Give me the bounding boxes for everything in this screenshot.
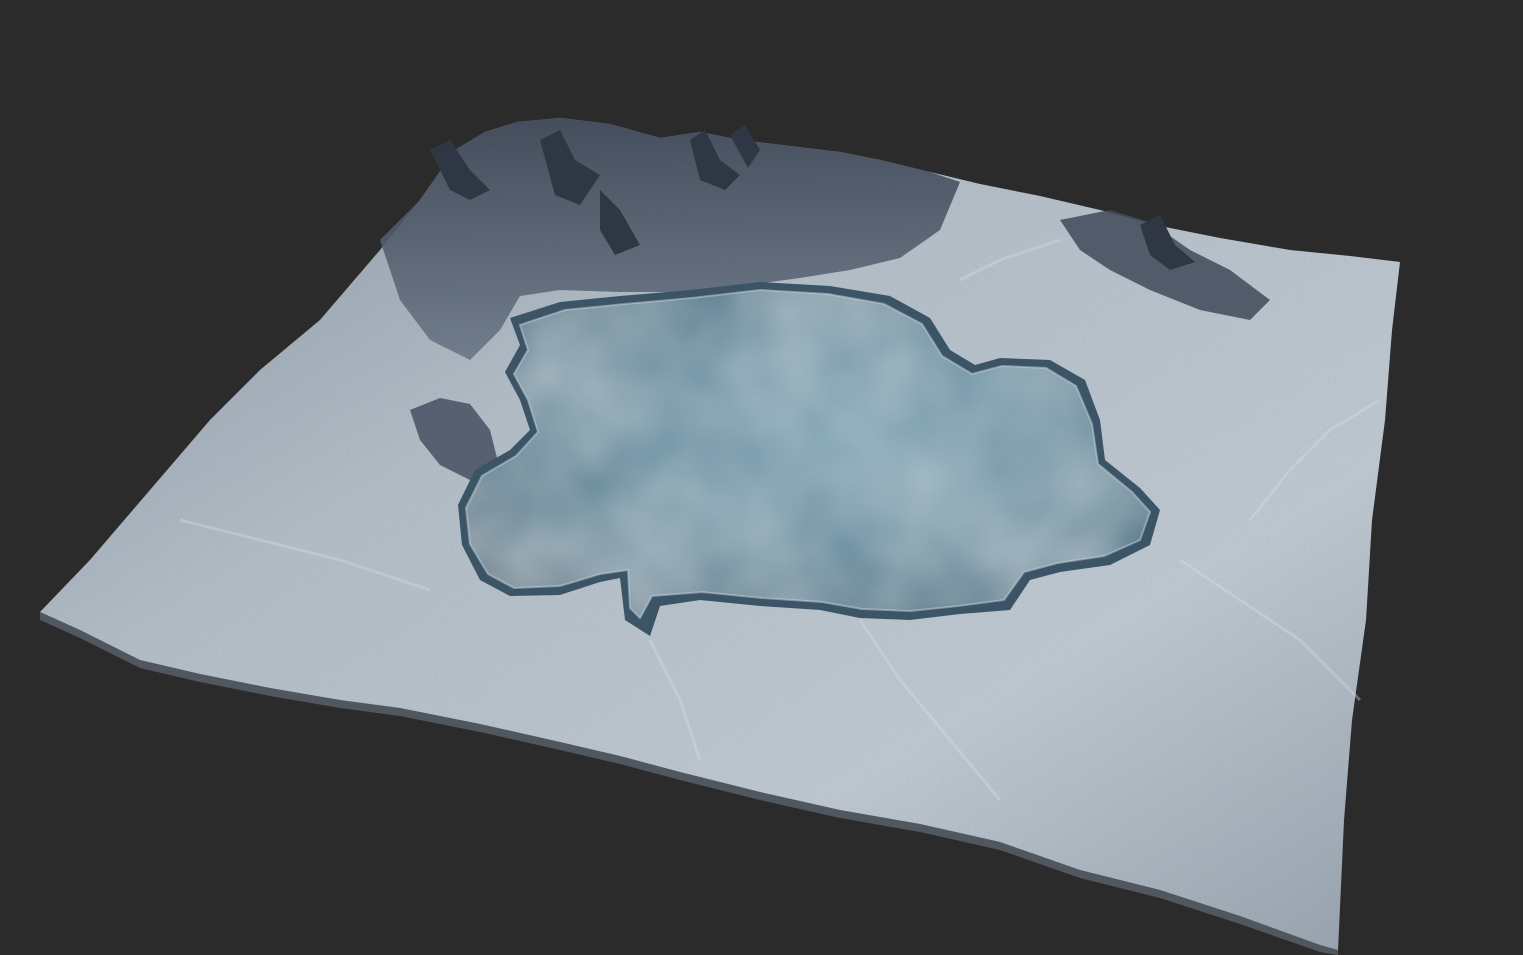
terrain-render bbox=[40, 118, 1400, 955]
3d-viewport[interactable] bbox=[0, 0, 1523, 955]
